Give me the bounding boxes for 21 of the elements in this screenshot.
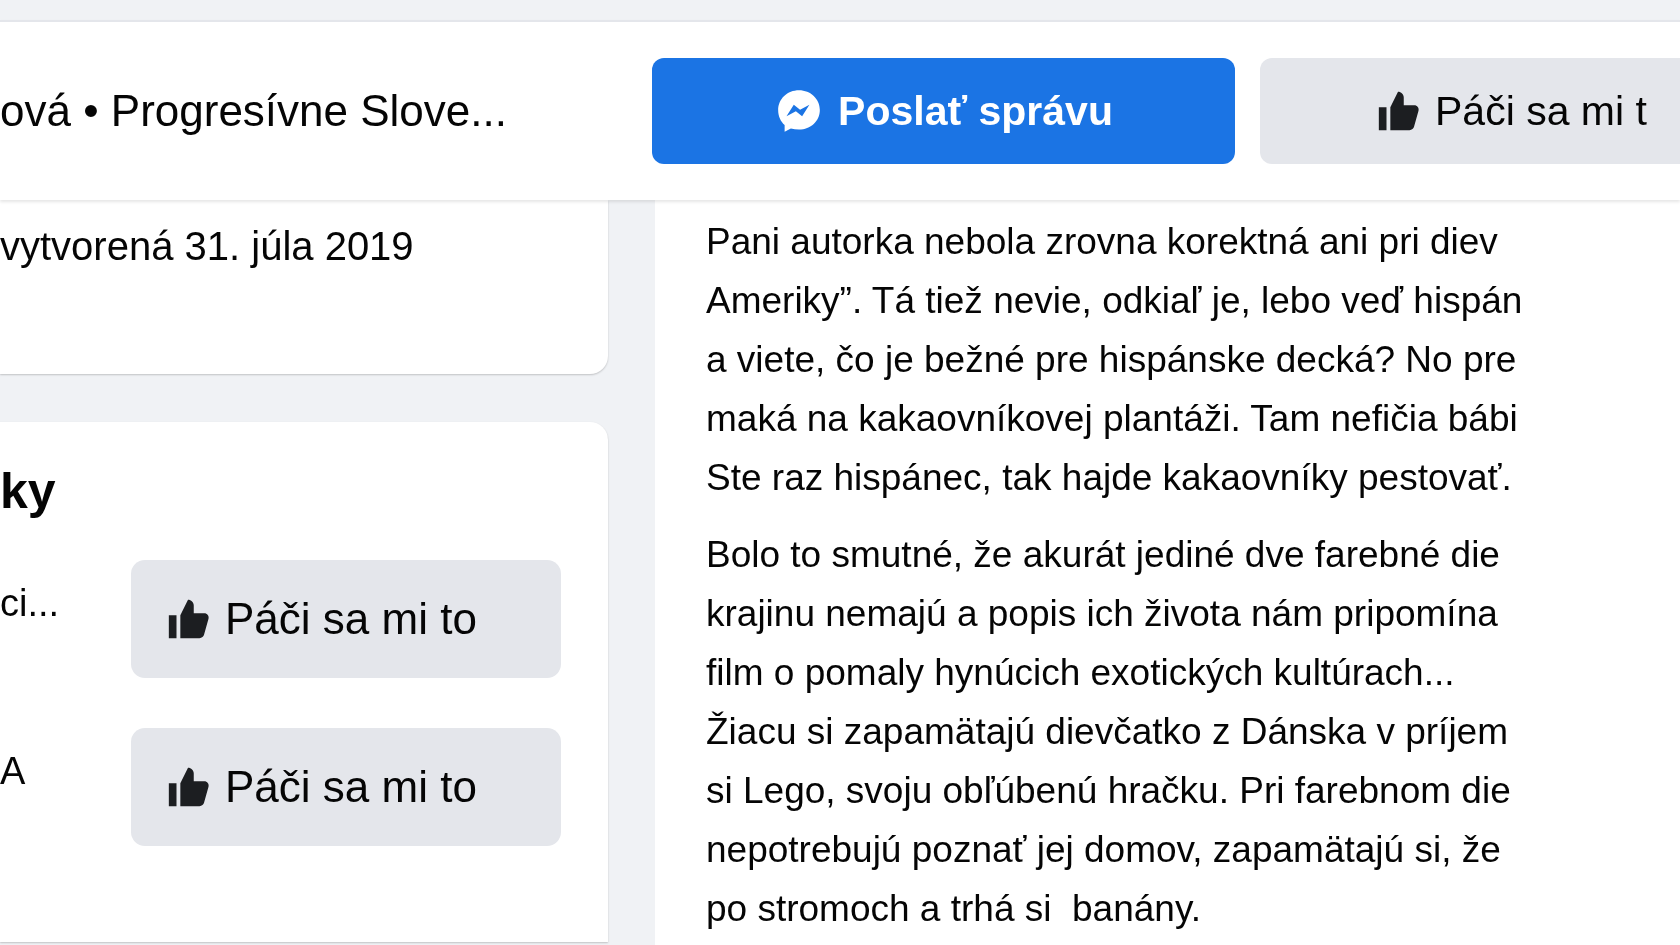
post-text-line: nepotrebujú poznať jej domov, zapamätajú si, že — [706, 828, 1502, 872]
created-date: vytvorená 31. júla 2019 — [0, 224, 414, 268]
post-text-line: si Lego, svoju obľúbenú hračku. Pri farebnom die — [706, 769, 1512, 813]
page-name: ová • Progresívne Slove... — [0, 86, 508, 136]
post-text-line: krajinu nemajú a popis ich života nám pripomína — [706, 592, 1499, 636]
post-text-line: maká na kakaovníkovej plantáži. Tam nefičia bábi — [706, 397, 1519, 441]
like-button[interactable]: Páči sa mi t — [1260, 58, 1680, 164]
section-title: ky — [0, 462, 57, 520]
post-text-line: a viete, čo je bežné pre hispánske decká? No pre — [706, 338, 1518, 382]
like-button[interactable]: Páči sa mi to — [131, 560, 561, 678]
post-text-line: Žiacu si zapamätajú dievčatko z Dánska v príjem — [706, 710, 1509, 754]
post-text-line: film o pomaly hynúcich exotických kultúrach... — [706, 651, 1456, 695]
post-text-line: po stromoch a trhá si banány. — [706, 887, 1202, 931]
page-name[interactable]: A — [0, 728, 131, 793]
send-message-button[interactable]: Poslať správu — [652, 58, 1235, 164]
post-text-line: Pani autorka nebola zrovna korektná ani pri diev — [706, 220, 1499, 264]
post-text-line: Bolo to smutné, že akurát jediné dve farebné die — [706, 533, 1501, 577]
post-text-line: Ameriky”. Tá tiež nevie, odkiaľ je, lebo veď hispán — [706, 279, 1524, 323]
post-text-line: Ste raz hispánec, tak hajde kakaovníky pestovať. — [706, 456, 1513, 500]
page-name[interactable]: ci... — [0, 560, 131, 625]
like-button[interactable]: Páči sa mi to — [131, 728, 561, 846]
